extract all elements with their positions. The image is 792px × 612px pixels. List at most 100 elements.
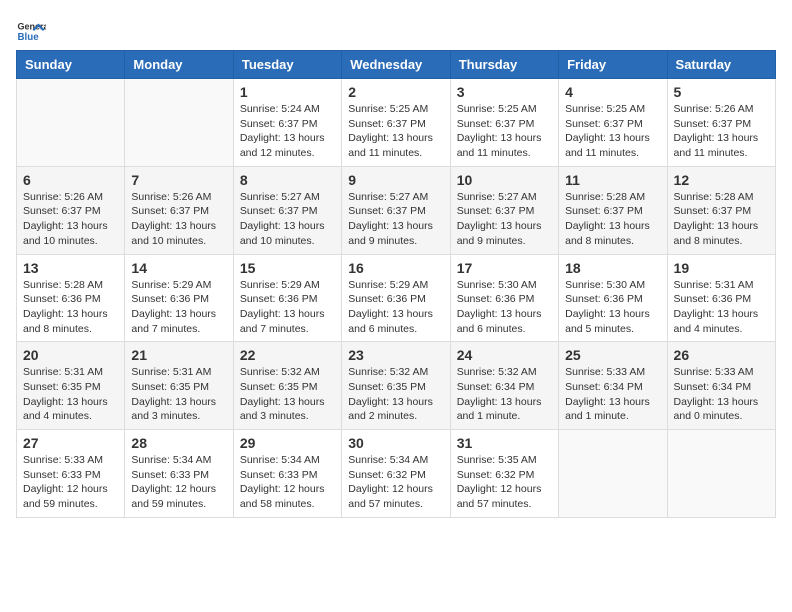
table-row: 12 Sunrise: 5:28 AM Sunset: 6:37 PM Dayli…	[667, 166, 775, 254]
day-number: 25	[565, 347, 660, 363]
day-info: Sunrise: 5:32 AM Sunset: 6:34 PM Dayligh…	[457, 365, 552, 424]
day-info: Sunrise: 5:29 AM Sunset: 6:36 PM Dayligh…	[131, 278, 226, 337]
day-info: Sunrise: 5:32 AM Sunset: 6:35 PM Dayligh…	[348, 365, 443, 424]
table-row: 7 Sunrise: 5:26 AM Sunset: 6:37 PM Daylig…	[125, 166, 233, 254]
day-number: 23	[348, 347, 443, 363]
day-number: 27	[23, 435, 118, 451]
day-info: Sunrise: 5:34 AM Sunset: 6:33 PM Dayligh…	[131, 453, 226, 512]
col-header-saturday: Saturday	[667, 51, 775, 79]
day-info: Sunrise: 5:27 AM Sunset: 6:37 PM Dayligh…	[348, 190, 443, 249]
day-number: 2	[348, 84, 443, 100]
day-info: Sunrise: 5:31 AM Sunset: 6:35 PM Dayligh…	[23, 365, 118, 424]
table-row: 30 Sunrise: 5:34 AM Sunset: 6:32 PM Dayli…	[342, 430, 450, 518]
table-row: 4 Sunrise: 5:25 AM Sunset: 6:37 PM Daylig…	[559, 79, 667, 167]
day-number: 5	[674, 84, 769, 100]
table-row: 27 Sunrise: 5:33 AM Sunset: 6:33 PM Dayli…	[17, 430, 125, 518]
table-row: 15 Sunrise: 5:29 AM Sunset: 6:36 PM Dayli…	[233, 254, 341, 342]
day-number: 31	[457, 435, 552, 451]
table-row: 14 Sunrise: 5:29 AM Sunset: 6:36 PM Dayli…	[125, 254, 233, 342]
day-info: Sunrise: 5:30 AM Sunset: 6:36 PM Dayligh…	[457, 278, 552, 337]
day-number: 17	[457, 260, 552, 276]
table-row: 16 Sunrise: 5:29 AM Sunset: 6:36 PM Dayli…	[342, 254, 450, 342]
table-row: 17 Sunrise: 5:30 AM Sunset: 6:36 PM Dayli…	[450, 254, 558, 342]
day-number: 3	[457, 84, 552, 100]
table-row: 11 Sunrise: 5:28 AM Sunset: 6:37 PM Dayli…	[559, 166, 667, 254]
col-header-tuesday: Tuesday	[233, 51, 341, 79]
table-row: 21 Sunrise: 5:31 AM Sunset: 6:35 PM Dayli…	[125, 342, 233, 430]
day-number: 15	[240, 260, 335, 276]
day-info: Sunrise: 5:25 AM Sunset: 6:37 PM Dayligh…	[565, 102, 660, 161]
day-number: 1	[240, 84, 335, 100]
day-info: Sunrise: 5:30 AM Sunset: 6:36 PM Dayligh…	[565, 278, 660, 337]
day-number: 11	[565, 172, 660, 188]
day-number: 14	[131, 260, 226, 276]
logo-icon: General Blue	[16, 16, 46, 46]
day-number: 9	[348, 172, 443, 188]
day-number: 6	[23, 172, 118, 188]
table-row: 9 Sunrise: 5:27 AM Sunset: 6:37 PM Daylig…	[342, 166, 450, 254]
table-row: 5 Sunrise: 5:26 AM Sunset: 6:37 PM Daylig…	[667, 79, 775, 167]
day-info: Sunrise: 5:33 AM Sunset: 6:34 PM Dayligh…	[674, 365, 769, 424]
table-row: 31 Sunrise: 5:35 AM Sunset: 6:32 PM Dayli…	[450, 430, 558, 518]
table-row: 2 Sunrise: 5:25 AM Sunset: 6:37 PM Daylig…	[342, 79, 450, 167]
day-number: 19	[674, 260, 769, 276]
day-number: 20	[23, 347, 118, 363]
table-row: 22Sunrise: 5:32 AM Sunset: 6:35 PM Dayli…	[233, 342, 341, 430]
day-info: Sunrise: 5:28 AM Sunset: 6:37 PM Dayligh…	[565, 190, 660, 249]
day-info: Sunrise: 5:28 AM Sunset: 6:37 PM Dayligh…	[674, 190, 769, 249]
table-row	[667, 430, 775, 518]
day-info: Sunrise: 5:29 AM Sunset: 6:36 PM Dayligh…	[348, 278, 443, 337]
day-number: 30	[348, 435, 443, 451]
day-info: Sunrise: 5:34 AM Sunset: 6:32 PM Dayligh…	[348, 453, 443, 512]
day-info: Sunrise: 5:26 AM Sunset: 6:37 PM Dayligh…	[131, 190, 226, 249]
day-number: 26	[674, 347, 769, 363]
table-row: 23 Sunrise: 5:32 AM Sunset: 6:35 PM Dayli…	[342, 342, 450, 430]
day-info: Sunrise: 5:29 AM Sunset: 6:36 PM Dayligh…	[240, 278, 335, 337]
day-number: 10	[457, 172, 552, 188]
table-row: 25 Sunrise: 5:33 AM Sunset: 6:34 PM Dayli…	[559, 342, 667, 430]
col-header-wednesday: Wednesday	[342, 51, 450, 79]
day-number: 13	[23, 260, 118, 276]
day-number: 12	[674, 172, 769, 188]
day-info: Sunrise: 5:27 AM Sunset: 6:37 PM Dayligh…	[457, 190, 552, 249]
day-info: Sunrise: 5:33 AM Sunset: 6:34 PM Dayligh…	[565, 365, 660, 424]
day-info: Sunrise: 5:24 AM Sunset: 6:37 PM Dayligh…	[240, 102, 335, 161]
col-header-monday: Monday	[125, 51, 233, 79]
day-info: Sunrise: 5:25 AM Sunset: 6:37 PM Dayligh…	[348, 102, 443, 161]
day-number: 8	[240, 172, 335, 188]
table-row	[17, 79, 125, 167]
table-row: 24 Sunrise: 5:32 AM Sunset: 6:34 PM Dayli…	[450, 342, 558, 430]
day-number: 4	[565, 84, 660, 100]
table-row: 19 Sunrise: 5:31 AM Sunset: 6:36 PM Dayli…	[667, 254, 775, 342]
svg-text:Blue: Blue	[18, 32, 40, 43]
day-number: 18	[565, 260, 660, 276]
table-row: 8 Sunrise: 5:27 AM Sunset: 6:37 PM Daylig…	[233, 166, 341, 254]
table-row	[125, 79, 233, 167]
day-number: 16	[348, 260, 443, 276]
day-info: Sunrise: 5:27 AM Sunset: 6:37 PM Dayligh…	[240, 190, 335, 249]
day-info: Sunrise: 5:25 AM Sunset: 6:37 PM Dayligh…	[457, 102, 552, 161]
day-info: Sunrise: 5:26 AM Sunset: 6:37 PM Dayligh…	[23, 190, 118, 249]
day-info: Sunrise: 5:34 AM Sunset: 6:33 PM Dayligh…	[240, 453, 335, 512]
col-header-sunday: Sunday	[17, 51, 125, 79]
table-row: 1 Sunrise: 5:24 AM Sunset: 6:37 PM Daylig…	[233, 79, 341, 167]
svg-text:General: General	[18, 22, 47, 32]
logo: General Blue	[16, 16, 50, 46]
col-header-friday: Friday	[559, 51, 667, 79]
col-header-thursday: Thursday	[450, 51, 558, 79]
day-number: 24	[457, 347, 552, 363]
table-row: 3 Sunrise: 5:25 AM Sunset: 6:37 PM Daylig…	[450, 79, 558, 167]
day-info: Sunrise: 5:31 AM Sunset: 6:36 PM Dayligh…	[674, 278, 769, 337]
table-row: 26 Sunrise: 5:33 AM Sunset: 6:34 PM Dayli…	[667, 342, 775, 430]
table-row: 29Sunrise: 5:34 AM Sunset: 6:33 PM Dayli…	[233, 430, 341, 518]
day-info: Sunrise: 5:35 AM Sunset: 6:32 PM Dayligh…	[457, 453, 552, 512]
day-number: 21	[131, 347, 226, 363]
day-info: Sunrise: 5:28 AM Sunset: 6:36 PM Dayligh…	[23, 278, 118, 337]
table-row: 28 Sunrise: 5:34 AM Sunset: 6:33 PM Dayli…	[125, 430, 233, 518]
table-row: 6 Sunrise: 5:26 AM Sunset: 6:37 PM Daylig…	[17, 166, 125, 254]
day-info: Sunrise: 5:31 AM Sunset: 6:35 PM Dayligh…	[131, 365, 226, 424]
day-number: 28	[131, 435, 226, 451]
day-info: Sunrise: 5:26 AM Sunset: 6:37 PM Dayligh…	[674, 102, 769, 161]
day-info: Sunrise: 5:33 AM Sunset: 6:33 PM Dayligh…	[23, 453, 118, 512]
day-number: 7	[131, 172, 226, 188]
